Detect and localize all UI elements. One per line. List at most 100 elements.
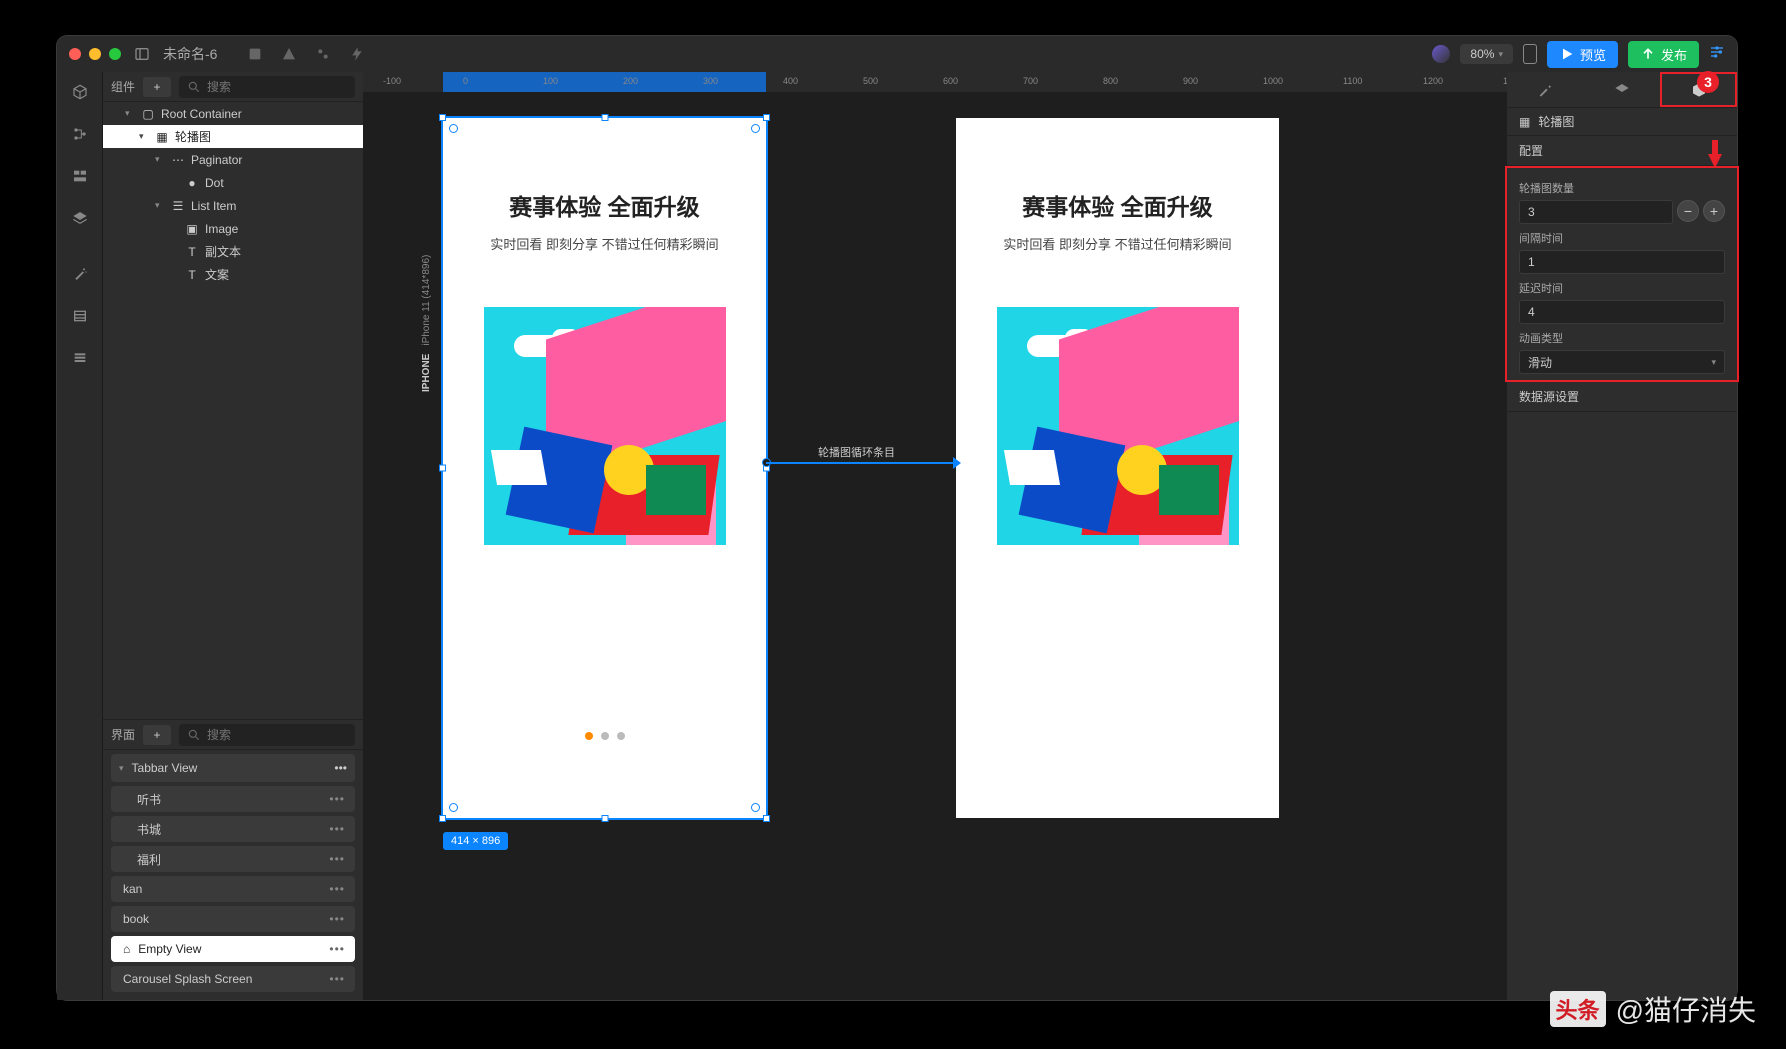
artboard-2[interactable]: 赛事体验 全面升级 实时回看 即刻分享 不错过任何精彩瞬间 [956, 118, 1279, 818]
rail-stack-icon[interactable] [70, 348, 90, 368]
rail-tree-icon[interactable] [70, 124, 90, 144]
datasource-section-title[interactable]: 数据源设置 [1507, 382, 1737, 412]
more-icon[interactable]: ••• [329, 972, 345, 986]
rail-wand-icon[interactable] [70, 264, 90, 284]
page-search[interactable] [179, 724, 355, 746]
tree-dot[interactable]: ●Dot [103, 171, 363, 194]
save-icon[interactable] [245, 44, 265, 64]
anim-select[interactable]: 滑动▾ [1519, 350, 1725, 374]
more-icon[interactable]: ••• [329, 882, 345, 896]
page-dot[interactable] [617, 732, 625, 740]
minimize-icon[interactable] [89, 48, 101, 60]
resize-handle[interactable] [439, 815, 446, 822]
watermark-logo: 头条 [1550, 991, 1606, 1027]
paginator-icon: ⋯ [171, 153, 185, 167]
tree-image[interactable]: ▣Image [103, 217, 363, 240]
settings-icon[interactable] [1709, 44, 1725, 65]
zoom-select[interactable]: 80%▾ [1460, 44, 1513, 64]
page-p4[interactable]: kan••• [111, 876, 355, 902]
more-icon[interactable]: ••• [334, 761, 347, 775]
traffic-lights [69, 48, 121, 60]
corner-handle[interactable] [449, 803, 458, 812]
page-label: book [123, 912, 149, 926]
canvas-area[interactable]: IPHONEiPhone 11 (414*896) 赛事体验 全面升级 实时回看… [363, 92, 1507, 1000]
page-p5[interactable]: book ••• [111, 906, 355, 932]
tree-root[interactable]: ▾▢Root Container [103, 102, 363, 125]
add-component-button[interactable]: + [143, 77, 171, 97]
component-search[interactable] [179, 76, 355, 98]
canvas[interactable]: -100010020030040050060070080090010001100… [363, 72, 1507, 1000]
artboard-1[interactable]: 赛事体验 全面升级 实时回看 即刻分享 不错过任何精彩瞬间 [443, 118, 766, 818]
tree-carousel[interactable]: ▾▦轮播图 [103, 125, 363, 148]
page-label: Tabbar View [132, 761, 198, 775]
app-window: 未命名-6 80%▾ 预览 发布 [57, 36, 1737, 1000]
titlebar: 未命名-6 80%▾ 预览 发布 [57, 36, 1737, 72]
resize-handle[interactable] [763, 815, 770, 822]
page-label: Carousel Splash Screen [123, 972, 252, 986]
rail-layers-icon[interactable] [70, 208, 90, 228]
increment-button[interactable]: + [1703, 200, 1725, 222]
delay-input[interactable] [1519, 300, 1725, 324]
page-splash[interactable]: Carousel Splash Screen ••• [111, 966, 355, 992]
component-search-input[interactable] [207, 80, 347, 94]
page-dot[interactable] [601, 732, 609, 740]
sidebar-toggle-icon[interactable] [131, 43, 153, 65]
right-panel: 3 ▦ 轮播图 配置 轮播图数量 − + 间隔时间 延迟时间 [1507, 72, 1737, 1000]
page-search-input[interactable] [207, 728, 347, 742]
page-label: 福利 [137, 851, 161, 868]
bolt-icon[interactable] [347, 44, 367, 64]
more-icon[interactable]: ••• [329, 792, 345, 806]
rail-layout-icon[interactable] [70, 166, 90, 186]
corner-handle[interactable] [751, 803, 760, 812]
tab-layers[interactable] [1584, 72, 1661, 107]
corner-handle[interactable] [751, 124, 760, 133]
more-icon[interactable]: ••• [329, 822, 345, 836]
publish-button[interactable]: 发布 [1628, 41, 1699, 68]
resize-handle[interactable] [763, 114, 770, 121]
vector-icon[interactable] [313, 44, 333, 64]
close-icon[interactable] [69, 48, 81, 60]
tree-label: Dot [205, 176, 224, 190]
maximize-icon[interactable] [109, 48, 121, 60]
more-icon[interactable]: ••• [329, 912, 345, 926]
tree-paginator[interactable]: ▾⋯Paginator [103, 148, 363, 171]
resize-handle[interactable] [601, 815, 608, 822]
shape-icon[interactable] [279, 44, 299, 64]
ruler-mark: 300 [703, 76, 718, 86]
page-dot-active[interactable] [585, 732, 593, 740]
resize-handle[interactable] [601, 114, 608, 121]
flow-arrow-icon [953, 457, 961, 469]
count-input[interactable] [1519, 200, 1673, 224]
decrement-button[interactable]: − [1677, 200, 1699, 222]
watermark-text: @猫仔消失 [1616, 989, 1756, 1029]
page-tabbar[interactable]: ▾Tabbar View••• [111, 754, 355, 782]
rail-box-icon[interactable] [70, 82, 90, 102]
more-icon[interactable]: ••• [329, 942, 345, 956]
ruler-mark: 400 [783, 76, 798, 86]
chevron-down-icon: ▾ [1498, 49, 1503, 60]
page-p1[interactable]: 听书••• [111, 786, 355, 812]
tree-list-item[interactable]: ▾☰List Item [103, 194, 363, 217]
resize-handle[interactable] [439, 114, 446, 121]
container-icon: ▢ [141, 107, 155, 121]
tab-style[interactable] [1507, 72, 1584, 107]
page-empty[interactable]: ⌂Empty View••• [111, 936, 355, 962]
tree-label: Image [205, 222, 238, 236]
preview-button[interactable]: 预览 [1547, 41, 1618, 68]
page-p2[interactable]: 书城••• [111, 816, 355, 842]
rail-list-icon[interactable] [70, 306, 90, 326]
tree-label: Paginator [191, 153, 242, 167]
tree-subtitle[interactable]: T副文本 [103, 240, 363, 263]
device-icon[interactable] [1523, 44, 1537, 64]
corner-handle[interactable] [449, 124, 458, 133]
add-page-button[interactable]: + [143, 725, 171, 745]
page-p3[interactable]: 福利 ••• [111, 846, 355, 872]
more-icon[interactable]: ••• [329, 852, 345, 866]
interval-input[interactable] [1519, 250, 1725, 274]
tree-copy[interactable]: T文案 [103, 263, 363, 286]
resize-handle[interactable] [439, 465, 446, 472]
components-header: 组件 + [103, 72, 363, 102]
ruler-mark: -100 [383, 76, 401, 86]
avatar[interactable] [1432, 45, 1450, 63]
config-section-title: 配置 [1507, 136, 1737, 166]
